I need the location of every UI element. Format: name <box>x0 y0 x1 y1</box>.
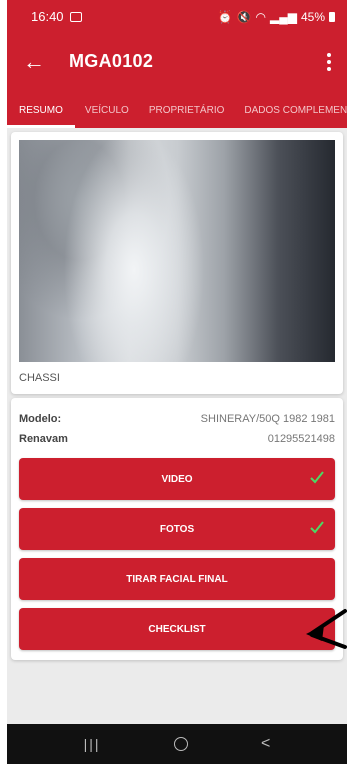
modelo-label: Modelo: <box>19 413 62 425</box>
recent-apps-icon[interactable]: ||| <box>84 736 101 752</box>
modelo-value: SHINERAY/50Q 1982 1981 <box>200 413 335 425</box>
tab-dados-complementares[interactable]: DADOS COMPLEMENTA <box>234 105 347 128</box>
check-icon <box>310 471 324 484</box>
wifi-icon: ◠ <box>255 9 266 24</box>
tab-veiculo[interactable]: VEÍCULO <box>75 105 139 128</box>
tirar-facial-final-button[interactable]: TIRAR FACIAL FINAL <box>19 558 335 600</box>
nav-back-icon[interactable]: < <box>261 735 270 753</box>
home-icon[interactable] <box>173 737 188 751</box>
phone-screen: 16:40 ⏰ 🔇 ◠ ▂▄▆ 45% ← MGA0102 RESUMO VEÍ… <box>7 0 347 764</box>
page-title: MGA0102 <box>69 51 154 71</box>
back-arrow-icon[interactable]: ← <box>23 50 55 73</box>
checklist-button[interactable]: CHECKLIST <box>19 608 335 650</box>
image-notification-icon <box>69 11 82 22</box>
tirar-facial-button-label: TIRAR FACIAL FINAL <box>126 573 228 585</box>
check-icon <box>310 521 324 534</box>
modelo-row: Modelo: SHINERAY/50Q 1982 1981 <box>19 413 335 425</box>
renavam-label: Renavam <box>19 433 68 445</box>
photo-label: CHASSI <box>19 372 60 384</box>
system-nav-bar: ||| < <box>7 724 347 764</box>
fotos-button-label: FOTOS <box>159 523 195 535</box>
app-bar: ← MGA0102 <box>7 33 347 90</box>
renavam-row: Renavam 01295521498 <box>19 433 335 445</box>
photo-card: CHASSI <box>11 132 343 394</box>
mute-icon: 🔇 <box>236 9 252 24</box>
more-options-icon[interactable] <box>321 49 337 75</box>
checklist-button-label: CHECKLIST <box>148 623 206 635</box>
renavam-value: 01295521498 <box>267 433 335 445</box>
tab-resumo[interactable]: RESUMO <box>7 105 75 128</box>
status-right: ⏰ 🔇 ◠ ▂▄▆ 45% <box>218 10 335 24</box>
tab-bar: RESUMO VEÍCULO PROPRIETÁRIO DADOS COMPLE… <box>7 90 347 128</box>
video-button-label: VIDEO <box>161 473 193 485</box>
battery-icon <box>329 11 335 22</box>
tab-proprietario[interactable]: PROPRIETÁRIO <box>139 105 235 128</box>
pointing-arrow-icon <box>306 609 347 649</box>
chassi-photo[interactable] <box>19 140 335 362</box>
alarm-icon: ⏰ <box>217 9 233 24</box>
battery-percent: 45% <box>300 9 325 24</box>
video-button[interactable]: VIDEO <box>19 458 335 500</box>
status-time: 16:40 <box>31 9 64 24</box>
status-bar: 16:40 ⏰ 🔇 ◠ ▂▄▆ 45% <box>7 0 347 33</box>
signal-icon: ▂▄▆ <box>270 9 297 24</box>
info-card: Modelo: SHINERAY/50Q 1982 1981 Renavam 0… <box>11 398 343 660</box>
fotos-button[interactable]: FOTOS <box>19 508 335 550</box>
